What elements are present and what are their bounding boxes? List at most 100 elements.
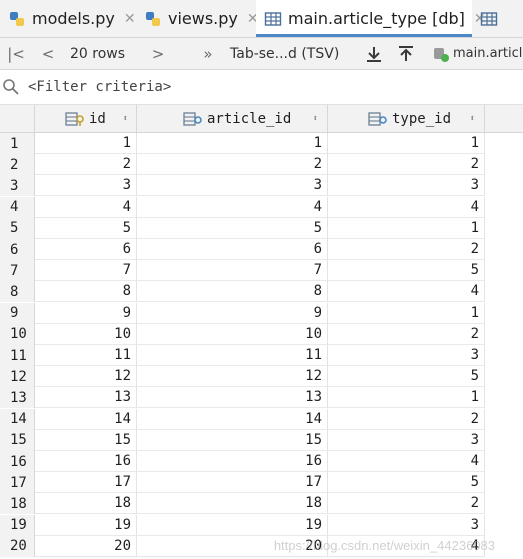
cell-article-id[interactable]: 13 (137, 387, 328, 409)
cell-article-id[interactable]: 11 (137, 345, 328, 366)
cell-type-id[interactable]: 2 (328, 493, 485, 515)
cell-id[interactable]: 13 (35, 387, 137, 409)
tab-models-py[interactable]: models.py ✕ (8, 0, 136, 37)
table-row[interactable]: 4444 (0, 196, 523, 218)
cell-type-id[interactable]: 2 (328, 154, 485, 176)
filter-input[interactable]: <Filter criteria> (28, 79, 171, 95)
table-row[interactable]: 15 15 15 3 (0, 429, 523, 451)
column-header-type-id[interactable]: type_id ⬍ (328, 105, 485, 132)
more-actions-button[interactable]: » (198, 38, 218, 69)
table-row[interactable]: 12 12 12 5 (0, 366, 523, 388)
export-format-selector[interactable]: Tab-se...d (TSV) (230, 38, 339, 69)
cell-article-id[interactable]: 3 (137, 175, 328, 197)
cell-id[interactable]: 3 (35, 175, 137, 197)
cell-type-id[interactable]: 4 (328, 451, 485, 472)
cell-type-id[interactable]: 1 (328, 217, 485, 239)
cell-article-id[interactable]: 16 (137, 451, 328, 472)
table-row[interactable]: 7775 (0, 260, 523, 282)
cell-type-id[interactable]: 4 (328, 535, 485, 557)
cell-id[interactable]: 2 (35, 154, 137, 176)
table-row[interactable]: 2222 (0, 154, 523, 176)
datasource-label[interactable]: main.article (453, 38, 523, 69)
cell-id[interactable]: 12 (35, 366, 137, 388)
table-row[interactable]: 20 20 20 4 (0, 535, 523, 557)
cell-type-id[interactable]: 2 (328, 408, 485, 430)
cell-id[interactable]: 8 (35, 281, 137, 303)
close-icon[interactable]: ✕ (124, 11, 136, 27)
cell-id[interactable]: 17 (35, 472, 137, 494)
cell-type-id[interactable]: 5 (328, 260, 485, 282)
cell-id[interactable]: 7 (35, 260, 137, 282)
cell-id[interactable]: 9 (35, 302, 137, 324)
cell-article-id[interactable]: 20 (137, 535, 328, 557)
cell-article-id[interactable]: 12 (137, 366, 328, 388)
cell-type-id[interactable]: 3 (328, 345, 485, 366)
table-row[interactable]: 16 16 16 4 (0, 451, 523, 472)
next-page-button[interactable]: > (148, 38, 168, 69)
cell-article-id[interactable]: 18 (137, 493, 328, 515)
table-row[interactable]: 11 11 11 3 (0, 345, 523, 366)
first-page-button[interactable]: |< (6, 38, 26, 69)
sort-icon[interactable]: ⬍ (313, 114, 318, 124)
table-row[interactable]: 17 17 17 5 (0, 472, 523, 494)
upload-icon[interactable] (394, 38, 418, 69)
table-row[interactable]: 6662 (0, 239, 523, 260)
cell-article-id[interactable]: 8 (137, 281, 328, 303)
tab-views-py[interactable]: views.py ✕ (144, 0, 259, 37)
tab-overflow[interactable] (480, 0, 504, 37)
table-row[interactable]: 14 14 14 2 (0, 408, 523, 430)
table-row[interactable]: 13 13 13 1 (0, 387, 523, 409)
cell-type-id[interactable]: 2 (328, 239, 485, 260)
cell-type-id[interactable]: 3 (328, 175, 485, 197)
cell-id[interactable]: 14 (35, 408, 137, 430)
cell-article-id[interactable]: 1 (137, 133, 328, 154)
cell-type-id[interactable]: 3 (328, 429, 485, 451)
cell-type-id[interactable]: 5 (328, 366, 485, 388)
table-row[interactable]: 18 18 18 2 (0, 493, 523, 515)
column-header-article-id[interactable]: article_id ⬍ (137, 105, 328, 132)
cell-id[interactable]: 16 (35, 451, 137, 472)
tab-main-article-type[interactable]: main.article_type [db] ✕ (256, 0, 486, 37)
sort-icon[interactable]: ⬍ (470, 114, 475, 124)
table-row[interactable]: 3333 (0, 175, 523, 197)
cell-article-id[interactable]: 10 (137, 323, 328, 345)
download-icon[interactable] (362, 38, 386, 69)
cell-id[interactable]: 19 (35, 514, 137, 536)
filter-bar[interactable]: <Filter criteria> (0, 70, 523, 105)
cell-type-id[interactable]: 2 (328, 323, 485, 345)
table-row[interactable]: 10 10 10 2 (0, 323, 523, 345)
cell-article-id[interactable]: 7 (137, 260, 328, 282)
cell-type-id[interactable]: 1 (328, 133, 485, 154)
table-row[interactable]: 5551 (0, 217, 523, 239)
sort-icon[interactable]: ⬍ (123, 114, 128, 124)
cell-article-id[interactable]: 2 (137, 154, 328, 176)
cell-id[interactable]: 20 (35, 535, 137, 557)
cell-id[interactable]: 1 (35, 133, 137, 154)
cell-type-id[interactable]: 4 (328, 281, 485, 303)
cell-type-id[interactable]: 4 (328, 196, 485, 218)
cell-type-id[interactable]: 3 (328, 514, 485, 536)
cell-article-id[interactable]: 4 (137, 196, 328, 218)
page-size-selector[interactable]: 20 rows (70, 38, 125, 69)
table-row[interactable]: 1111 (0, 133, 523, 154)
cell-type-id[interactable]: 1 (328, 387, 485, 409)
cell-article-id[interactable]: 17 (137, 472, 328, 494)
cell-id[interactable]: 5 (35, 217, 137, 239)
cell-article-id[interactable]: 9 (137, 302, 328, 324)
table-row[interactable]: 9991 (0, 302, 523, 324)
cell-id[interactable]: 18 (35, 493, 137, 515)
previous-page-button[interactable]: < (38, 38, 58, 69)
table-row[interactable]: 8884 (0, 281, 523, 303)
cell-article-id[interactable]: 6 (137, 239, 328, 260)
cell-id[interactable]: 11 (35, 345, 137, 366)
column-header-id[interactable]: id ⬍ (35, 105, 137, 132)
cell-article-id[interactable]: 14 (137, 408, 328, 430)
table-row[interactable]: 19 19 19 3 (0, 514, 523, 536)
cell-article-id[interactable]: 19 (137, 514, 328, 536)
cell-type-id[interactable]: 1 (328, 302, 485, 324)
cell-article-id[interactable]: 15 (137, 429, 328, 451)
cell-id[interactable]: 6 (35, 239, 137, 260)
cell-type-id[interactable]: 5 (328, 472, 485, 494)
cell-id[interactable]: 15 (35, 429, 137, 451)
cell-article-id[interactable]: 5 (137, 217, 328, 239)
